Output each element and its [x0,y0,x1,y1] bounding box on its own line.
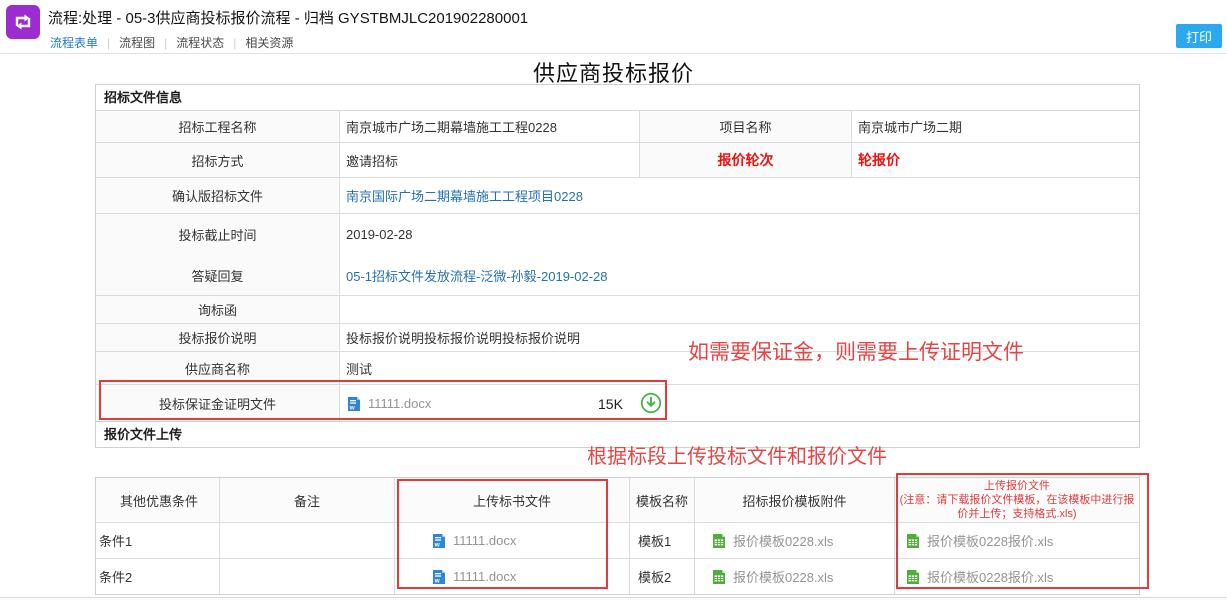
window-title: 流程:处理 - 05-3供应商投标报价流程 - 归档 GYSTBMJLC2019… [48,7,528,28]
workflow-icon [6,5,40,39]
quote-file-name[interactable]: 报价模板0228报价.xls [927,567,1053,586]
column-header-bid-file: 上传标书文件 [395,478,630,522]
table-row-deposit-file: 投标保证金证明文件 w 11111.docx 15K [96,385,1139,422]
table-row: 招标方式 邀请招标 报价轮次 轮报价 [96,143,1139,178]
upload-table: 其他优惠条件 备注 上传标书文件 模板名称 招标报价模板附件 上传报价文件 (注… [95,477,1140,595]
template-file-name[interactable]: 报价模板0228.xls [733,531,833,550]
qa-reply-link[interactable]: 05-1招标文件发放流程-泛微-孙毅-2019-02-28 [346,266,608,285]
process-page: 流程:处理 - 05-3供应商投标报价流程 - 归档 GYSTBMJLC2019… [0,0,1227,600]
upload-annotation: 根据标段上传投标文件和报价文件 [587,440,887,469]
upload-table-header: 其他优惠条件 备注 上传标书文件 模板名称 招标报价模板附件 上传报价文件 (注… [96,478,1139,523]
table-row: 条件2 w 11111.docx 模板2 报价模板0228.xls [96,559,1139,594]
bid-file-name[interactable]: 11111.docx [453,569,516,584]
excel-file-icon [905,533,921,549]
field-label: 答疑回复 [96,255,340,295]
field-value-quote-round: 轮报价 [852,143,1139,177]
tab-separator: | [233,36,236,50]
field-value: 2019-02-28 [340,214,1139,255]
column-header: 模板名称 [630,478,695,522]
template-name-cell: 模板1 [630,523,695,558]
quote-file-header-note: (注意：请下载报价文件模板，在该模板中进行报价并上传；支持格式.xls) [899,493,1135,521]
template-name-cell: 模板2 [630,559,695,594]
bid-info-table: 招标文件信息 招标工程名称 南京城市广场二期幕墙施工工程0228 项目名称 南京… [95,84,1140,423]
remark-cell [220,523,395,558]
column-header: 备注 [220,478,395,522]
bid-info-section-title: 招标文件信息 [96,85,1139,111]
confirmed-doc-link[interactable]: 南京国际广场二期幕墙施工工程项目0228 [346,186,583,205]
field-label: 招标工程名称 [96,111,340,142]
word-file-icon: w [431,569,447,585]
template-file-cell: 报价模板0228.xls [695,559,895,594]
column-header: 招标报价模板附件 [695,478,895,522]
field-label: 项目名称 [640,111,852,142]
field-value [340,296,1139,323]
word-file-icon: w [431,533,447,549]
condition-cell: 条件2 [96,559,220,594]
field-value: 邀请招标 [340,143,640,177]
condition-cell: 条件1 [96,523,220,558]
tab-process-form[interactable]: 流程表单 [48,34,100,51]
tab-process-status[interactable]: 流程状态 [174,34,226,51]
bid-file-cell: w 11111.docx [395,523,630,558]
field-label-quote-round: 报价轮次 [640,143,852,177]
tab-separator: | [107,36,110,50]
print-button[interactable]: 打印 [1176,24,1222,48]
quote-file-header-title: 上传报价文件 [984,479,1050,493]
table-row: 确认版招标文件 南京国际广场二期幕墙施工工程项目0228 [96,178,1139,214]
tab-related-resources[interactable]: 相关资源 [243,34,295,51]
column-header: 其他优惠条件 [96,478,220,522]
deposit-file-size: 15K [598,396,623,412]
excel-file-icon [711,533,727,549]
quote-file-name[interactable]: 报价模板0228报价.xls [927,531,1053,550]
deposit-annotation: 如需要保证金，则需要上传证明文件 [688,336,1024,366]
title-bar: 流程:处理 - 05-3供应商投标报价流程 - 归档 GYSTBMJLC2019… [0,0,1227,54]
template-file-name[interactable]: 报价模板0228.xls [733,567,833,586]
field-value: 南京城市广场二期 [852,111,1139,142]
svg-text:w: w [434,541,441,548]
quote-file-cell: 报价模板0228报价.xls [895,523,1139,558]
deposit-file-name[interactable]: 11111.docx [368,396,431,411]
remark-cell [220,559,395,594]
quote-file-cell: 报价模板0228报价.xls [895,559,1139,594]
field-label: 供应商名称 [96,352,340,384]
field-label: 确认版招标文件 [96,178,340,213]
svg-text:w: w [349,404,356,411]
field-label: 招标方式 [96,143,340,177]
field-label: 投标截止时间 [96,214,340,255]
table-row: 答疑回复 05-1招标文件发放流程-泛微-孙毅-2019-02-28 [96,255,1139,296]
download-icon[interactable] [640,392,662,414]
field-label: 投标保证金证明文件 [96,385,340,422]
svg-text:w: w [434,577,441,584]
table-row: 投标截止时间 2019-02-28 [96,214,1139,255]
table-row: 条件1 w 11111.docx 模板1 报价模板0228.xls [96,523,1139,559]
excel-file-icon [711,569,727,585]
column-header-quote-file: 上传报价文件 (注意：请下载报价文件模板，在该模板中进行报价并上传；支持格式.x… [895,478,1139,522]
table-row: 询标函 [96,296,1139,324]
word-file-icon: w [346,396,362,412]
tab-separator: | [164,36,167,50]
table-row: 招标工程名称 南京城市广场二期幕墙施工工程0228 项目名称 南京城市广场二期 [96,111,1139,143]
template-file-cell: 报价模板0228.xls [695,523,895,558]
tab-process-chart[interactable]: 流程图 [117,34,157,51]
field-label: 询标函 [96,296,340,323]
excel-file-icon [905,569,921,585]
bid-file-name[interactable]: 11111.docx [453,533,516,548]
bid-file-cell: w 11111.docx [395,559,630,594]
field-value: 南京城市广场二期幕墙施工工程0228 [340,111,640,142]
tab-bar: 流程表单 | 流程图 | 流程状态 | 相关资源 [48,34,295,51]
field-label: 投标报价说明 [96,324,340,351]
